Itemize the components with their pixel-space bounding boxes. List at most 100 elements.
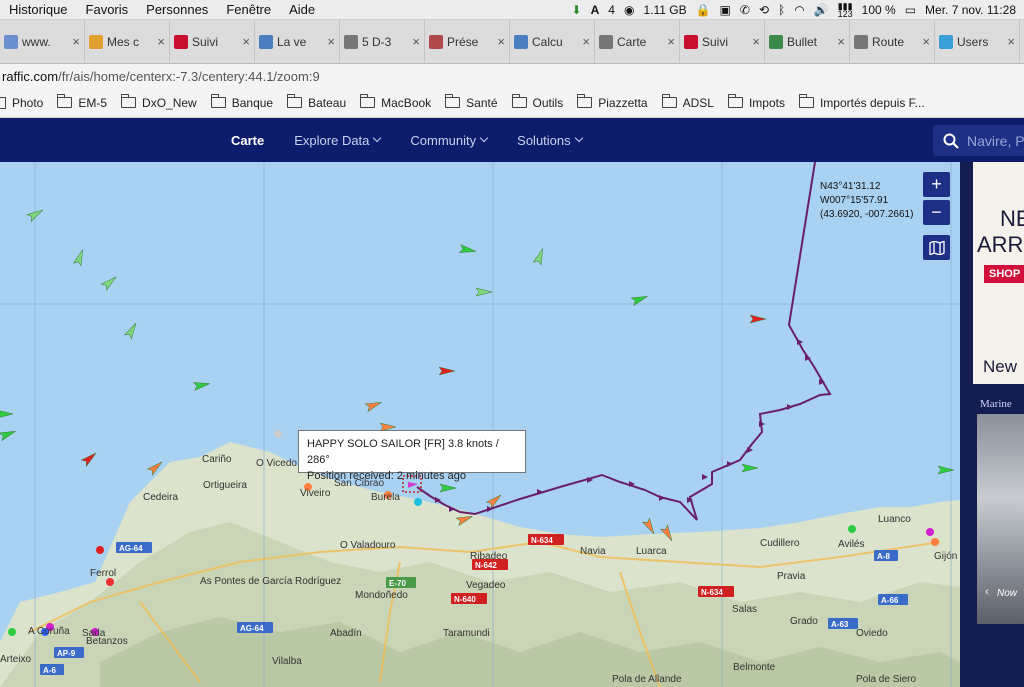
close-icon[interactable]: × <box>1007 34 1015 49</box>
vessel-cluster-marker[interactable] <box>414 498 422 506</box>
bookmark-folder[interactable]: Importés depuis F... <box>798 94 925 110</box>
vessel-cluster-marker[interactable] <box>274 430 282 438</box>
nav-item[interactable]: Explore Data <box>294 133 382 148</box>
vessel-marker[interactable] <box>123 321 140 340</box>
bookmark-folder[interactable]: ADSL <box>661 94 714 110</box>
map-layers-button[interactable] <box>923 235 950 260</box>
zoom-in-button[interactable]: + <box>923 172 950 197</box>
vessel-marker[interactable] <box>80 450 98 467</box>
close-icon[interactable]: × <box>327 34 335 49</box>
vessel-marker[interactable] <box>458 244 476 256</box>
bookmark-folder[interactable]: Banque <box>210 94 273 110</box>
bookmark-folder[interactable]: Santé <box>445 94 498 110</box>
close-icon[interactable]: × <box>157 34 165 49</box>
volume-icon[interactable]: 🔊 <box>814 3 829 17</box>
ad-shop-button[interactable]: SHOP <box>984 265 1024 283</box>
map-canvas[interactable]: Cariño O VicedoOrtigueiraViveiroSan Cibra… <box>0 162 960 687</box>
browser-tab[interactable]: Suivi × <box>680 19 765 64</box>
memory-icon[interactable]: ◉ <box>624 3 634 17</box>
bookmark-folder[interactable]: EM-5 <box>57 94 107 110</box>
menu-fenetre[interactable]: Fenêtre <box>217 2 280 17</box>
vessel-cluster-marker[interactable] <box>848 525 856 533</box>
vessel-marker[interactable] <box>741 463 759 473</box>
close-icon[interactable]: × <box>752 34 760 49</box>
menu-historique[interactable]: Historique <box>0 2 77 17</box>
vessel-marker[interactable] <box>475 287 493 297</box>
ad-image[interactable]: ‹ Now <box>977 414 1024 624</box>
vessel-cluster-marker[interactable] <box>8 628 16 636</box>
menu-personnes[interactable]: Personnes <box>137 2 217 17</box>
vessel-cluster-marker[interactable] <box>96 546 104 554</box>
browser-tab[interactable]: La ve × <box>255 19 340 64</box>
bookmark-folder[interactable]: Impots <box>727 94 785 110</box>
close-icon[interactable]: × <box>412 34 420 49</box>
browser-tab[interactable]: Route × <box>850 19 935 64</box>
vessel-marker[interactable] <box>72 248 87 267</box>
close-icon[interactable]: × <box>582 34 590 49</box>
flag-fr-icon[interactable]: ▮▮▮ 123 <box>838 1 853 18</box>
place-label: Abadín <box>330 628 362 639</box>
close-icon[interactable]: × <box>837 34 845 49</box>
vessel-marker[interactable] <box>100 274 118 291</box>
browser-tab[interactable]: 5 D-3 × <box>340 19 425 64</box>
zoom-out-button[interactable]: − <box>923 200 950 225</box>
bookmark-folder[interactable]: DxO_New <box>121 94 197 110</box>
time-machine-icon[interactable]: ⟲ <box>759 3 769 17</box>
vessel-cluster-marker[interactable] <box>931 538 939 546</box>
vessel-marker[interactable] <box>937 465 955 475</box>
menu-favoris[interactable]: Favoris <box>77 2 138 17</box>
bookmark-folder[interactable]: Piazzetta <box>577 94 648 110</box>
browser-tab[interactable]: Carte × <box>595 19 680 64</box>
close-icon[interactable]: × <box>497 34 505 49</box>
battery-value[interactable]: 100 % <box>862 3 896 17</box>
close-icon[interactable]: × <box>72 34 80 49</box>
ais-map[interactable]: Cariño O Vicedo Ortigueira Viveiro San Cibra… <box>0 162 960 687</box>
search-input[interactable]: Navire, P <box>933 125 1024 156</box>
browser-tab[interactable]: Prése × <box>425 19 510 64</box>
paste-icon[interactable]: ▣ <box>720 3 731 17</box>
vessel-cluster-marker[interactable] <box>106 578 114 586</box>
browser-tab[interactable]: Suivi × <box>170 19 255 64</box>
ad-headline-1: NE <box>1000 206 1024 231</box>
lock-icon[interactable]: 🔒 <box>696 3 711 17</box>
menu-aide[interactable]: Aide <box>280 2 324 17</box>
ad-panel[interactable]: NE ARRI SHOP New Marine ‹ Now <box>960 162 1024 687</box>
place-label: Viveiro <box>300 488 331 499</box>
close-icon[interactable]: × <box>922 34 930 49</box>
place-label: O Valadouro <box>340 540 396 551</box>
browser-tab[interactable]: Bullet × <box>765 19 850 64</box>
ad-banner[interactable]: NE ARRI SHOP New <box>973 162 1024 384</box>
bookmark-folder[interactable]: MacBook <box>360 94 431 110</box>
browser-tab[interactable]: Users × <box>935 19 1020 64</box>
bookmark-photo[interactable]: Photo <box>0 96 43 110</box>
clock[interactable]: Mer. 7 nov. 11:28 <box>925 3 1016 17</box>
vessel-marker[interactable] <box>641 517 658 536</box>
vessel-marker[interactable] <box>439 483 457 493</box>
browser-tab[interactable]: www. × <box>0 19 85 64</box>
close-icon[interactable]: × <box>242 34 250 49</box>
address-bar[interactable]: raffic.com/fr/ais/home/centerx:-7.3/cent… <box>0 64 1024 88</box>
nav-item[interactable]: Solutions <box>517 133 583 148</box>
vessel-marker[interactable] <box>749 314 767 324</box>
wifi-icon[interactable]: ◠ <box>794 3 804 17</box>
nav-item[interactable]: Carte <box>231 133 264 148</box>
bookmark-folder[interactable]: Bateau <box>287 94 346 110</box>
vessel-marker[interactable] <box>26 207 45 223</box>
phone-icon[interactable]: ✆ <box>740 3 750 17</box>
nav-item[interactable]: Community <box>410 133 489 148</box>
bluetooth-icon[interactable]: ᛒ <box>778 3 785 17</box>
adobe-icon[interactable]: A <box>591 3 600 17</box>
download-icon[interactable]: ⬇ <box>572 3 582 17</box>
browser-tab[interactable]: Calcu × <box>510 19 595 64</box>
vessel-marker[interactable] <box>364 399 383 413</box>
vessel-marker[interactable] <box>532 247 547 266</box>
bookmark-folder[interactable]: Outils <box>511 94 563 110</box>
close-icon[interactable]: × <box>667 34 675 49</box>
vessel-marker[interactable] <box>0 410 14 418</box>
vessel-marker[interactable] <box>192 380 210 391</box>
vessel-marker[interactable] <box>438 366 456 376</box>
browser-tab[interactable]: Mes c × <box>85 19 170 64</box>
vessel-cluster-marker[interactable] <box>926 528 934 536</box>
vessel-marker[interactable] <box>0 428 17 442</box>
ad-prev-arrow-icon[interactable]: ‹ <box>985 586 989 598</box>
